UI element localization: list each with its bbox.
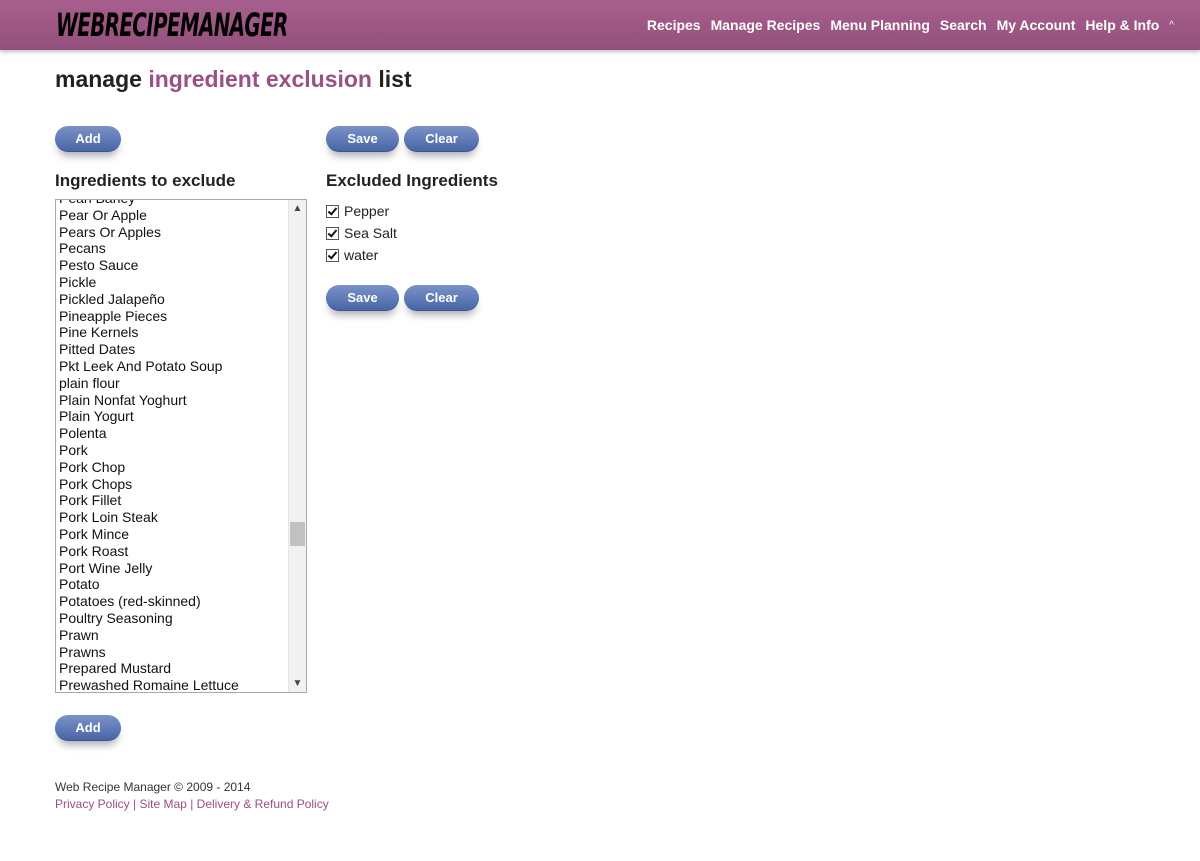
save-button-bottom[interactable]: Save xyxy=(326,285,399,311)
list-item[interactable]: Port Wine Jelly xyxy=(56,560,289,577)
scrollbar-thumb[interactable] xyxy=(290,522,305,546)
list-item[interactable]: Pearl Barley xyxy=(56,200,289,207)
main-nav: Recipes Manage Recipes Menu Planning Sea… xyxy=(637,0,1174,50)
list-item[interactable]: Pears Or Apples xyxy=(56,224,289,241)
nav-recipes[interactable]: Recipes xyxy=(647,17,701,33)
excluded-item: water xyxy=(326,244,397,266)
excluded-list: Pepper Sea Salt water xyxy=(326,200,397,266)
list-item[interactable]: Pork Mince xyxy=(56,526,289,543)
list-item[interactable]: Polenta xyxy=(56,425,289,442)
add-button-top[interactable]: Add xyxy=(55,126,121,152)
list-item[interactable]: Plain Yogurt xyxy=(56,408,289,425)
title-part-2: list xyxy=(378,66,412,92)
list-item[interactable]: Pork Loin Steak xyxy=(56,509,289,526)
list-item[interactable]: Potato xyxy=(56,576,289,593)
footer-separator: | xyxy=(133,797,137,811)
page-title: manage ingredient exclusion list xyxy=(55,66,412,93)
checkbox-checked-pepper[interactable] xyxy=(326,204,339,218)
checkbox-checked-water[interactable] xyxy=(326,248,339,262)
list-item[interactable]: Poultry Seasoning xyxy=(56,610,289,627)
list-item[interactable]: Pecans xyxy=(56,240,289,257)
list-item[interactable]: Pineapple Pieces xyxy=(56,308,289,325)
list-item[interactable]: Prawn xyxy=(56,627,289,644)
nav-my-account[interactable]: My Account xyxy=(997,17,1076,33)
listbox-items: Pearl BarleyPear Or ApplePears Or Apples… xyxy=(56,200,289,692)
delivery-refund-policy-link[interactable]: Delivery & Refund Policy xyxy=(197,797,329,811)
caret-up-icon[interactable]: ^ xyxy=(1169,20,1174,31)
excluded-ingredients-label: Excluded Ingredients xyxy=(326,171,498,190)
list-item[interactable]: Pesto Sauce xyxy=(56,257,289,274)
list-item[interactable]: Pork Roast xyxy=(56,543,289,560)
list-item[interactable]: Prawns xyxy=(56,644,289,661)
excluded-item-label: Pepper xyxy=(344,203,390,219)
list-item[interactable]: Prewashed Romaine Lettuce xyxy=(56,677,289,692)
nav-manage-recipes[interactable]: Manage Recipes xyxy=(711,17,821,33)
nav-help-info[interactable]: Help & Info xyxy=(1085,17,1159,33)
list-item[interactable]: Pkt Leek And Potato Soup xyxy=(56,358,289,375)
scroll-up-icon[interactable]: ▲ xyxy=(289,200,306,217)
list-item[interactable]: Pork Chop xyxy=(56,459,289,476)
site-logo[interactable]: WEBRECIPEMANAGER xyxy=(56,3,288,47)
excluded-item: Pepper xyxy=(326,200,397,222)
excluded-item-label: Sea Salt xyxy=(344,225,397,241)
footer: Web Recipe Manager © 2009 - 2014 Privacy… xyxy=(55,780,329,811)
site-map-link[interactable]: Site Map xyxy=(140,797,187,811)
nav-menu-planning[interactable]: Menu Planning xyxy=(830,17,930,33)
excluded-item: Sea Salt xyxy=(326,222,397,244)
title-part-1: manage xyxy=(55,66,142,92)
list-item[interactable]: Pork xyxy=(56,442,289,459)
list-item[interactable]: Pine Kernels xyxy=(56,324,289,341)
list-item[interactable]: Pear Or Apple xyxy=(56,207,289,224)
ingredients-listbox[interactable]: Pearl BarleyPear Or ApplePears Or Apples… xyxy=(55,199,307,693)
list-item[interactable]: Pickle xyxy=(56,274,289,291)
clear-button-top[interactable]: Clear xyxy=(404,126,479,152)
footer-separator: | xyxy=(190,797,194,811)
list-item[interactable]: Plain Nonfat Yoghurt xyxy=(56,392,289,409)
list-item[interactable]: Pork Chops xyxy=(56,476,289,493)
footer-links: Privacy Policy | Site Map | Delivery & R… xyxy=(55,797,329,811)
list-item[interactable]: Pitted Dates xyxy=(56,341,289,358)
top-navbar: WEBRECIPEMANAGER Recipes Manage Recipes … xyxy=(0,0,1200,50)
list-item[interactable]: Prepared Mustard xyxy=(56,660,289,677)
checkbox-checked-sea-salt[interactable] xyxy=(326,226,339,240)
excluded-item-label: water xyxy=(344,247,379,263)
privacy-policy-link[interactable]: Privacy Policy xyxy=(55,797,130,811)
copyright-text: Web Recipe Manager © 2009 - 2014 xyxy=(55,780,251,794)
listbox-scrollbar[interactable]: ▲ ▼ xyxy=(288,200,306,692)
add-button-bottom[interactable]: Add xyxy=(55,715,121,741)
save-button-top[interactable]: Save xyxy=(326,126,399,152)
clear-button-bottom[interactable]: Clear xyxy=(404,285,479,311)
ingredients-to-exclude-label: Ingredients to exclude xyxy=(55,171,236,190)
scroll-down-icon[interactable]: ▼ xyxy=(289,675,306,692)
list-item[interactable]: Pickled Jalapeño xyxy=(56,291,289,308)
title-highlight: ingredient exclusion xyxy=(148,66,372,92)
list-item[interactable]: Potatoes (red-skinned) xyxy=(56,593,289,610)
nav-search[interactable]: Search xyxy=(940,17,987,33)
list-item[interactable]: plain flour xyxy=(56,375,289,392)
list-item[interactable]: Pork Fillet xyxy=(56,492,289,509)
